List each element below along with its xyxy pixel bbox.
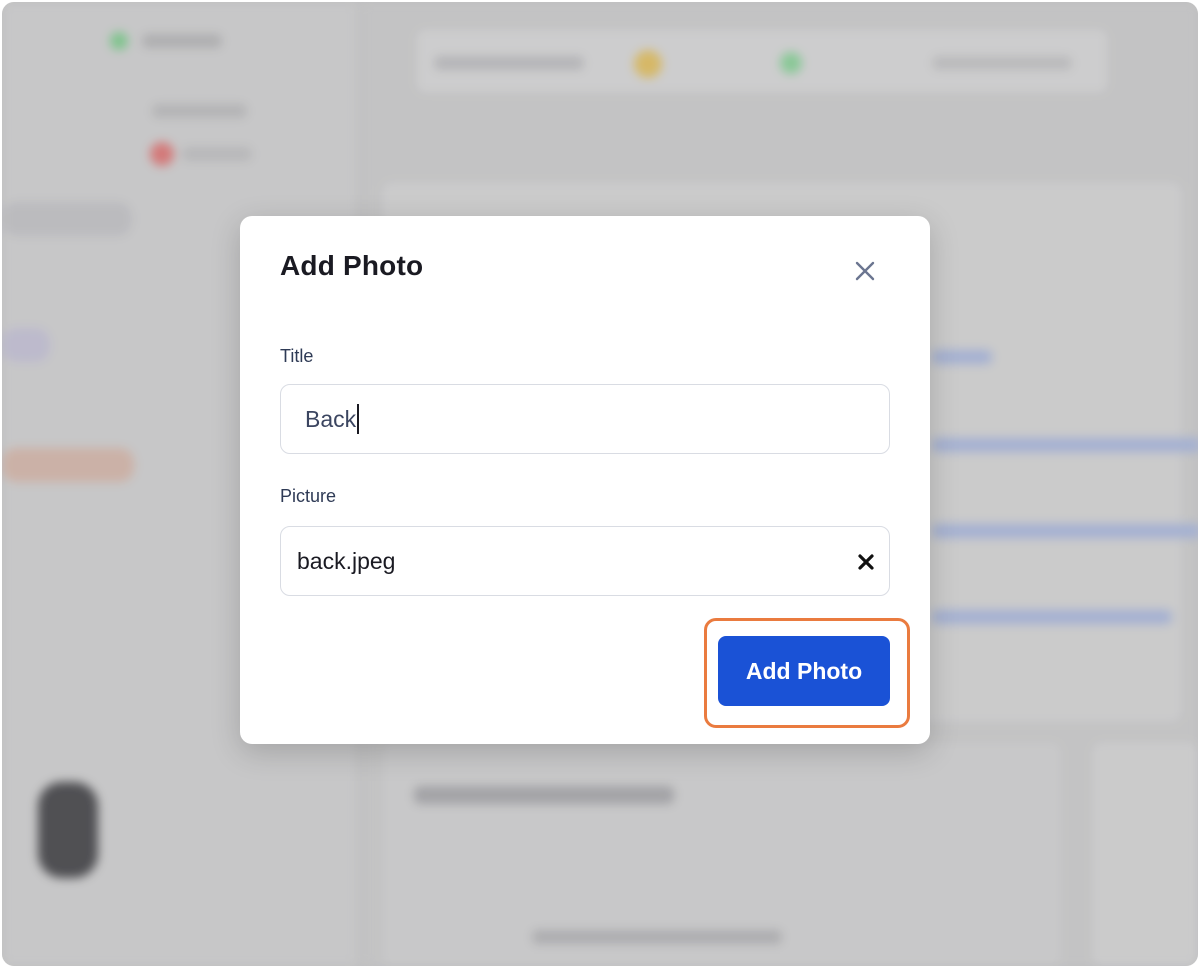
clear-icon: [858, 554, 874, 570]
title-label: Title: [280, 346, 314, 366]
add-photo-dialog: Add Photo Title Back Picture back.jpeg A…: [240, 216, 930, 744]
dialog-title: Add Photo: [280, 250, 424, 281]
title-input[interactable]: Back: [280, 384, 890, 454]
title-input-value: Back: [305, 405, 357, 432]
picture-file-name: back.jpeg: [297, 547, 396, 574]
clear-file-button[interactable]: [855, 551, 877, 573]
close-button[interactable]: [850, 256, 880, 286]
picture-label: Picture: [280, 486, 337, 506]
close-icon: [855, 261, 875, 281]
text-caret: [357, 404, 360, 434]
add-photo-button[interactable]: Add Photo: [718, 636, 890, 706]
picture-file-input[interactable]: back.jpeg: [280, 526, 890, 596]
